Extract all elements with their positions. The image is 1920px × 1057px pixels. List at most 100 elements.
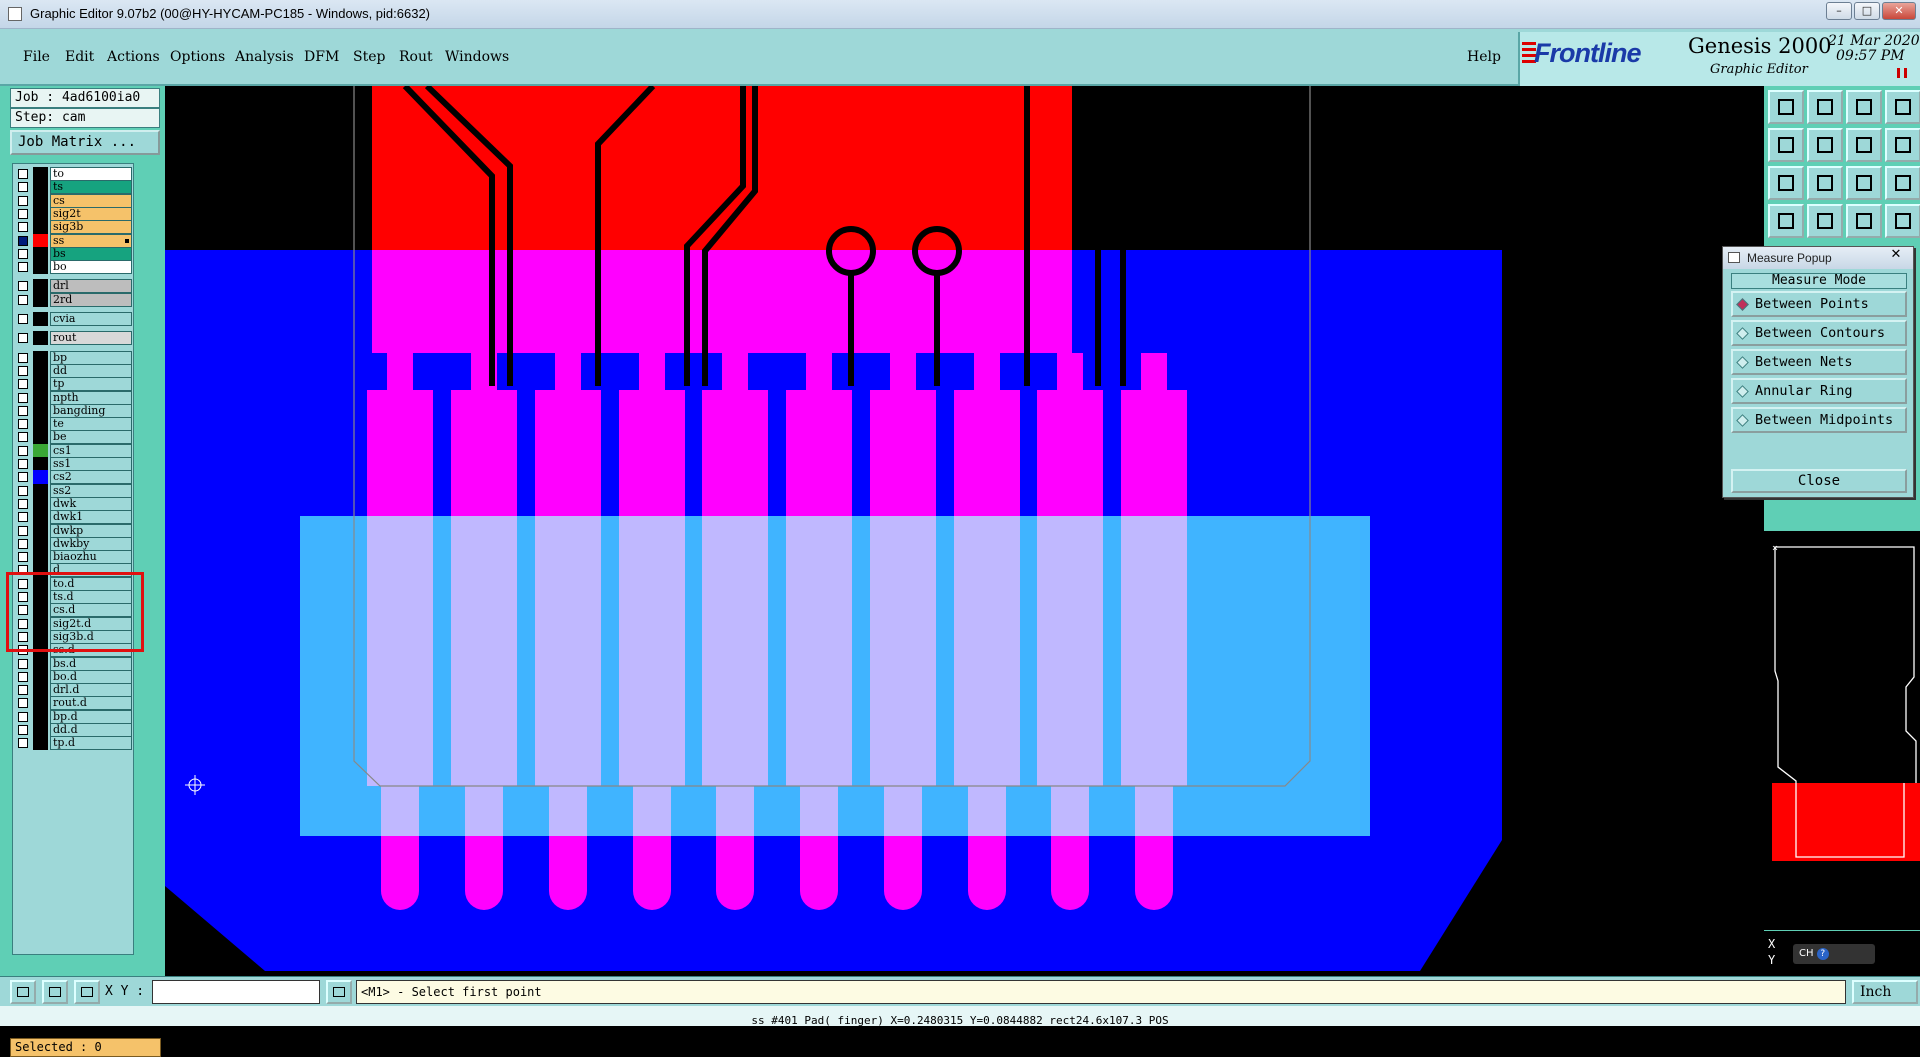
menu-dfm[interactable]: DFM [304, 49, 339, 65]
layer-name[interactable]: dwk1 [50, 510, 132, 525]
layer-color-swatch[interactable] [33, 312, 48, 326]
toolbar-pan-left-icon[interactable] [1768, 128, 1804, 162]
layer-name[interactable]: dwkp [50, 523, 132, 538]
toolbar-pan-right-icon[interactable] [1807, 128, 1843, 162]
menu-options[interactable]: Options [170, 49, 225, 65]
layer-checkbox[interactable] [18, 459, 28, 469]
toolbar-net-icon[interactable] [1885, 204, 1920, 238]
layer-color-swatch[interactable] [33, 457, 48, 471]
layer-name[interactable]: drl [50, 279, 132, 294]
menu-help[interactable]: Help [1467, 49, 1501, 65]
layer-name[interactable]: tp.d [50, 736, 132, 751]
layer-row-drl[interactable]: drl [15, 279, 133, 294]
layer-row-tp[interactable]: tp [15, 377, 133, 392]
layer-color-swatch[interactable] [33, 246, 48, 261]
layer-name[interactable]: rout.d [50, 696, 132, 711]
layer-name[interactable]: dwkby [50, 536, 132, 551]
layer-color-swatch[interactable] [33, 390, 48, 405]
mode-between-nets[interactable]: Between Nets [1731, 349, 1907, 375]
layer-name[interactable]: bo [50, 260, 132, 275]
layer-checkbox[interactable] [18, 294, 28, 305]
layer-row-dd[interactable]: dd [15, 363, 133, 378]
mode-between-midpoints[interactable]: Between Midpoints [1731, 407, 1907, 433]
layer-color-swatch[interactable] [33, 736, 48, 751]
layer-color-swatch[interactable] [33, 483, 48, 498]
layer-name[interactable]: cvia [50, 312, 132, 326]
layer-checkbox[interactable] [18, 405, 28, 416]
ime-help-icon[interactable]: ? [1816, 948, 1829, 960]
layer-checkbox[interactable] [18, 485, 28, 496]
menu-windows[interactable]: Windows [445, 49, 509, 65]
layer-row-bs.d[interactable]: bs.d [15, 656, 133, 671]
layer-checkbox[interactable] [18, 432, 28, 443]
layer-color-swatch[interactable] [33, 331, 48, 346]
layer-color-swatch[interactable] [33, 220, 48, 235]
layer-name[interactable]: ts [50, 180, 132, 195]
toolbar-flip-icon[interactable] [1846, 128, 1882, 162]
layer-checkbox[interactable] [18, 419, 28, 430]
layer-checkbox[interactable] [18, 671, 28, 682]
layer-row-sig2t[interactable]: sig2t [15, 206, 133, 221]
toolbar-layer-icon[interactable] [1846, 204, 1882, 238]
layer-name[interactable]: ss2 [50, 483, 132, 498]
layer-row-bp.d[interactable]: bp.d [15, 709, 133, 724]
layer-color-swatch[interactable] [33, 377, 48, 392]
layer-color-swatch[interactable] [33, 550, 48, 565]
layer-row-ts[interactable]: ts [15, 180, 133, 195]
layer-checkbox[interactable] [18, 392, 28, 403]
layer-checkbox[interactable] [18, 248, 28, 259]
close-icon[interactable]: ✕ [1882, 2, 1916, 20]
popup-titlebar[interactable]: Measure Popup ✕ [1723, 245, 1913, 269]
layer-row-ss1[interactable]: ss1 [15, 457, 133, 471]
layer-row-ss2[interactable]: ss2 [15, 483, 133, 498]
layer-checkbox[interactable] [18, 445, 28, 456]
layer-color-swatch[interactable] [33, 292, 48, 307]
xy-input[interactable] [152, 980, 320, 1004]
layer-name[interactable]: to [50, 167, 132, 181]
layer-name[interactable]: ss [50, 233, 132, 248]
layer-name[interactable]: dd.d [50, 723, 132, 737]
layer-checkbox[interactable] [18, 472, 28, 483]
layer-name[interactable]: bs.d [50, 656, 132, 671]
layer-row-dwk[interactable]: dwk [15, 496, 133, 511]
layer-checkbox[interactable] [18, 698, 28, 709]
layer-name[interactable]: rout [50, 331, 132, 346]
layer-name[interactable]: 2rd [50, 292, 132, 307]
graphic-canvas[interactable] [165, 86, 1765, 976]
layer-color-swatch[interactable] [33, 363, 48, 378]
layer-name[interactable]: dd [50, 363, 132, 378]
layer-checkbox[interactable] [18, 525, 28, 536]
layer-color-swatch[interactable] [33, 696, 48, 711]
mini-map[interactable]: × [1764, 530, 1920, 930]
layer-name[interactable]: biaozhu [50, 550, 132, 565]
layer-checkbox[interactable] [18, 379, 28, 390]
layer-checkbox[interactable] [18, 352, 28, 363]
layer-checkbox[interactable] [18, 281, 28, 292]
layer-row-bs[interactable]: bs [15, 246, 133, 261]
layer-color-swatch[interactable] [33, 403, 48, 418]
layer-row-npth[interactable]: npth [15, 390, 133, 405]
layer-row-dd.d[interactable]: dd.d [15, 723, 133, 737]
layer-name[interactable]: sig2t [50, 206, 132, 221]
layer-color-swatch[interactable] [33, 180, 48, 195]
pcb-drawing[interactable] [165, 86, 1765, 976]
menu-edit[interactable]: Edit [65, 49, 94, 65]
toolbar-s-icon[interactable] [1885, 128, 1920, 162]
layer-row-rout.d[interactable]: rout.d [15, 696, 133, 711]
ime-toolbar[interactable]: CH ? [1793, 944, 1875, 964]
layer-color-swatch[interactable] [33, 206, 48, 221]
layer-checkbox[interactable] [18, 711, 28, 722]
layer-row-to[interactable]: to [15, 167, 133, 181]
layer-checkbox[interactable] [18, 658, 28, 669]
popup-close-icon[interactable]: ✕ [1881, 245, 1911, 263]
layer-name[interactable]: be [50, 430, 132, 445]
layer-color-swatch[interactable] [33, 167, 48, 181]
layer-checkbox[interactable] [18, 262, 28, 273]
menu-analysis[interactable]: Analysis [235, 49, 294, 65]
layer-checkbox[interactable] [18, 512, 28, 523]
layer-row-cs[interactable]: cs [15, 193, 133, 208]
toolbar-zoom-home-icon[interactable] [1768, 90, 1804, 124]
layer-name[interactable]: bangding [50, 403, 132, 418]
cursor-tool-icon[interactable] [326, 980, 352, 1004]
layer-row-dwkp[interactable]: dwkp [15, 523, 133, 538]
